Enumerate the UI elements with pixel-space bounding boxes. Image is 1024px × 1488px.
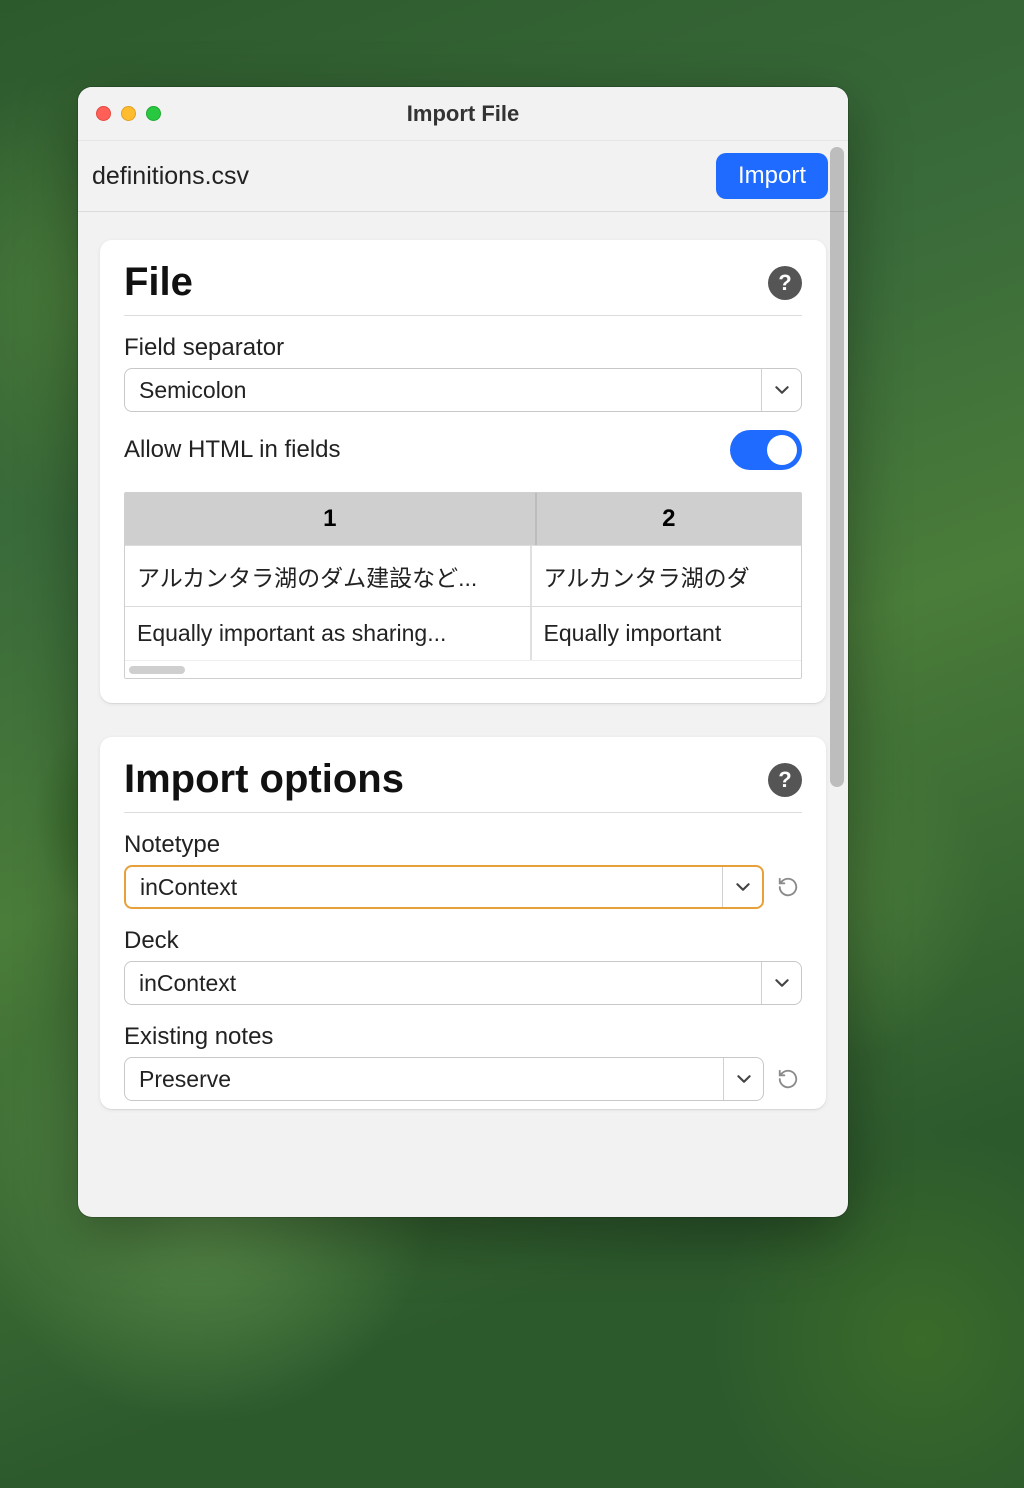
notetype-value: inContext: [126, 867, 722, 907]
deck-select[interactable]: inContext: [124, 961, 802, 1005]
chevron-down-icon: [761, 962, 801, 1004]
help-icon[interactable]: ?: [768, 763, 802, 797]
vertical-scrollbar[interactable]: [830, 147, 844, 787]
import-button[interactable]: Import: [716, 153, 828, 199]
preview-cell: Equally important as sharing...: [125, 607, 532, 660]
notetype-label: Notetype: [124, 831, 802, 859]
deck-value: inContext: [125, 962, 761, 1004]
preview-cell: アルカンタラ湖のダム建設など...: [125, 546, 532, 606]
table-row: アルカンタラ湖のダム建設など... アルカンタラ湖のダ: [125, 545, 801, 606]
deck-label: Deck: [124, 927, 802, 955]
existing-notes-value: Preserve: [125, 1058, 723, 1100]
notetype-select[interactable]: inContext: [124, 865, 764, 909]
file-section-title: File: [124, 260, 193, 305]
toggle-knob: [767, 435, 797, 465]
window-controls: [96, 106, 161, 121]
preview-horizontal-scrollbar[interactable]: [125, 660, 801, 678]
chevron-down-icon: [722, 867, 762, 907]
preview-header-2: 2: [537, 493, 801, 545]
preview-table: 1 2 アルカンタラ湖のダム建設など... アルカンタラ湖のダ Equally …: [124, 492, 802, 679]
reset-icon[interactable]: [774, 1065, 802, 1093]
field-separator-label: Field separator: [124, 334, 802, 362]
field-separator-group: Field separator Semicolon: [124, 334, 802, 412]
zoom-window-button[interactable]: [146, 106, 161, 121]
reset-icon[interactable]: [774, 873, 802, 901]
preview-cell: Equally important: [532, 607, 801, 660]
minimize-window-button[interactable]: [121, 106, 136, 121]
window-title: Import File: [78, 101, 848, 127]
existing-notes-select[interactable]: Preserve: [124, 1057, 764, 1101]
preview-header-row: 1 2: [125, 493, 801, 545]
filename-label: definitions.csv: [92, 162, 249, 191]
chevron-down-icon: [761, 369, 801, 411]
help-icon[interactable]: ?: [768, 266, 802, 300]
window-content: definitions.csv Import File ? Field sepa…: [78, 141, 848, 1217]
field-separator-value: Semicolon: [125, 369, 761, 411]
field-separator-select[interactable]: Semicolon: [124, 368, 802, 412]
import-options-title: Import options: [124, 757, 404, 802]
toolbar: definitions.csv Import: [78, 141, 848, 212]
scrollbar-thumb[interactable]: [129, 666, 185, 674]
allow-html-toggle[interactable]: [730, 430, 802, 470]
import-file-window: Import File definitions.csv Import File …: [78, 87, 848, 1217]
preview-cell: アルカンタラ湖のダ: [532, 546, 801, 606]
deck-group: Deck inContext: [124, 927, 802, 1005]
close-window-button[interactable]: [96, 106, 111, 121]
existing-notes-group: Existing notes Preserve: [124, 1023, 802, 1101]
allow-html-label: Allow HTML in fields: [124, 436, 341, 464]
notetype-group: Notetype inContext: [124, 831, 802, 909]
titlebar: Import File: [78, 87, 848, 141]
chevron-down-icon: [723, 1058, 763, 1100]
table-row: Equally important as sharing... Equally …: [125, 606, 801, 660]
preview-header-1: 1: [125, 493, 537, 545]
import-options-section: Import options ? Notetype inContext: [100, 737, 826, 1109]
allow-html-row: Allow HTML in fields: [124, 430, 802, 470]
existing-notes-label: Existing notes: [124, 1023, 802, 1051]
file-section: File ? Field separator Semicolon Allow H…: [100, 240, 826, 703]
